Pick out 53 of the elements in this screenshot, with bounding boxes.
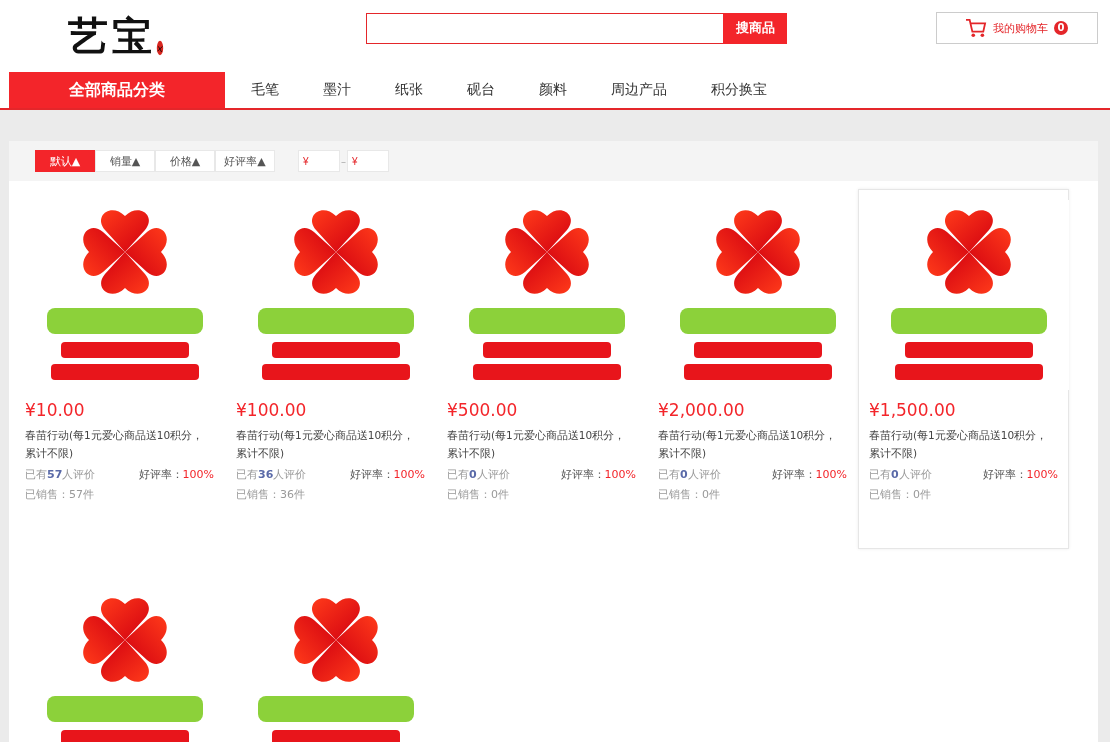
product-price: ¥1,500.00 [869, 400, 957, 420]
product-title[interactable]: 春苗行动(每1元爱心商品送10积分，累计不限) [236, 426, 425, 462]
product-card[interactable]: ¥10.00 春苗行动(每1元爱心商品送10积分，累计不限) 已有57人评价 好评率：100% 已销售：57件 [14, 189, 225, 549]
max-price-field[interactable]: ¥ [347, 150, 389, 172]
nav-link[interactable]: 毛笔 [229, 72, 301, 108]
product-price: ¥100.00 [236, 400, 308, 420]
review-count: 已有0人评价 [447, 467, 510, 483]
product-card[interactable]: ¥100.00 春苗行动(每1元爱心商品送10积分，累计不限) 已有36人评价 好评率：100% 已销售：36件 [225, 189, 436, 549]
review-count: 已有0人评价 [658, 467, 721, 483]
nav-link[interactable]: 周边产品 [589, 72, 689, 108]
rating-text: 好评率：100% [138, 467, 214, 483]
sold-count: 已销售：0件 [658, 487, 721, 503]
nav-link[interactable]: 纸张 [373, 72, 445, 108]
nav-link[interactable]: 颜料 [517, 72, 589, 108]
product-title[interactable]: 春苗行动(每1元爱心商品送10积分，累计不限) [869, 426, 1058, 462]
category-button[interactable]: 全部商品分类 [9, 72, 225, 108]
cart-button[interactable]: 我的购物车 0 [936, 12, 1098, 44]
sort-tab[interactable]: 好评率▲ [215, 150, 275, 172]
review-count: 已有36人评价 [236, 467, 307, 483]
nav-link[interactable]: 砚台 [445, 72, 517, 108]
sold-count: 已销售：36件 [236, 487, 306, 503]
search-field[interactable] [366, 12, 723, 44]
sold-count: 已销售：57件 [25, 487, 95, 503]
product-title[interactable]: 春苗行动(每1元爱心商品送10积分，累计不限) [25, 426, 214, 462]
sold-count: 已销售：0件 [869, 487, 932, 503]
nav-link[interactable]: 墨汁 [301, 72, 373, 108]
cart-label: 我的购物车 [993, 20, 1048, 36]
product-card[interactable]: ¥2,000.00 春苗行动(每1元爱心商品送10积分，累计不限) 已有0人评价 好评率：100% 已销售：0件 [647, 189, 858, 549]
range-separator: – [341, 155, 346, 167]
rating-text: 好评率：100% [771, 467, 847, 483]
product-price: ¥10.00 [25, 400, 86, 420]
product-price: ¥2,000.00 [658, 400, 746, 420]
rating-text: 好评率：100% [982, 467, 1058, 483]
product-title[interactable]: 春苗行动(每1元爱心商品送10积分，累计不限) [658, 426, 847, 462]
product-card[interactable]: ¥1,500.00 春苗行动(每1元爱心商品送10积分，累计不限) 已有0人评价 好评率：100% 已销售：0件 [858, 189, 1069, 549]
cart-icon [965, 18, 987, 38]
review-count: 已有57人评价 [25, 467, 96, 483]
rating-text: 好评率：100% [349, 467, 425, 483]
search-button[interactable]: 搜商品 [723, 12, 787, 44]
product-title[interactable]: 春苗行动(每1元爱心商品送10积分，累计不限) [447, 426, 636, 462]
nav-link[interactable]: 积分换宝 [689, 72, 789, 108]
rating-text: 好评率：100% [560, 467, 636, 483]
min-price-field[interactable]: ¥ [298, 150, 340, 172]
sort-tab[interactable]: 销量▲ [95, 150, 155, 172]
seal-icon [156, 40, 164, 56]
sort-tab[interactable]: 价格▲ [155, 150, 215, 172]
product-price: ¥500.00 [447, 400, 519, 420]
sold-count: 已销售：0件 [447, 487, 510, 503]
review-count: 已有0人评价 [869, 467, 932, 483]
sort-tab[interactable]: 默认▲ [35, 150, 95, 172]
cart-count-badge: 0 [1054, 21, 1068, 35]
product-card[interactable]: ¥500.00 春苗行动(每1元爱心商品送10积分，累计不限) 已有0人评价 好评率：100% 已销售：0件 [436, 189, 647, 549]
logo-text[interactable]: 艺宝 [68, 16, 156, 56]
